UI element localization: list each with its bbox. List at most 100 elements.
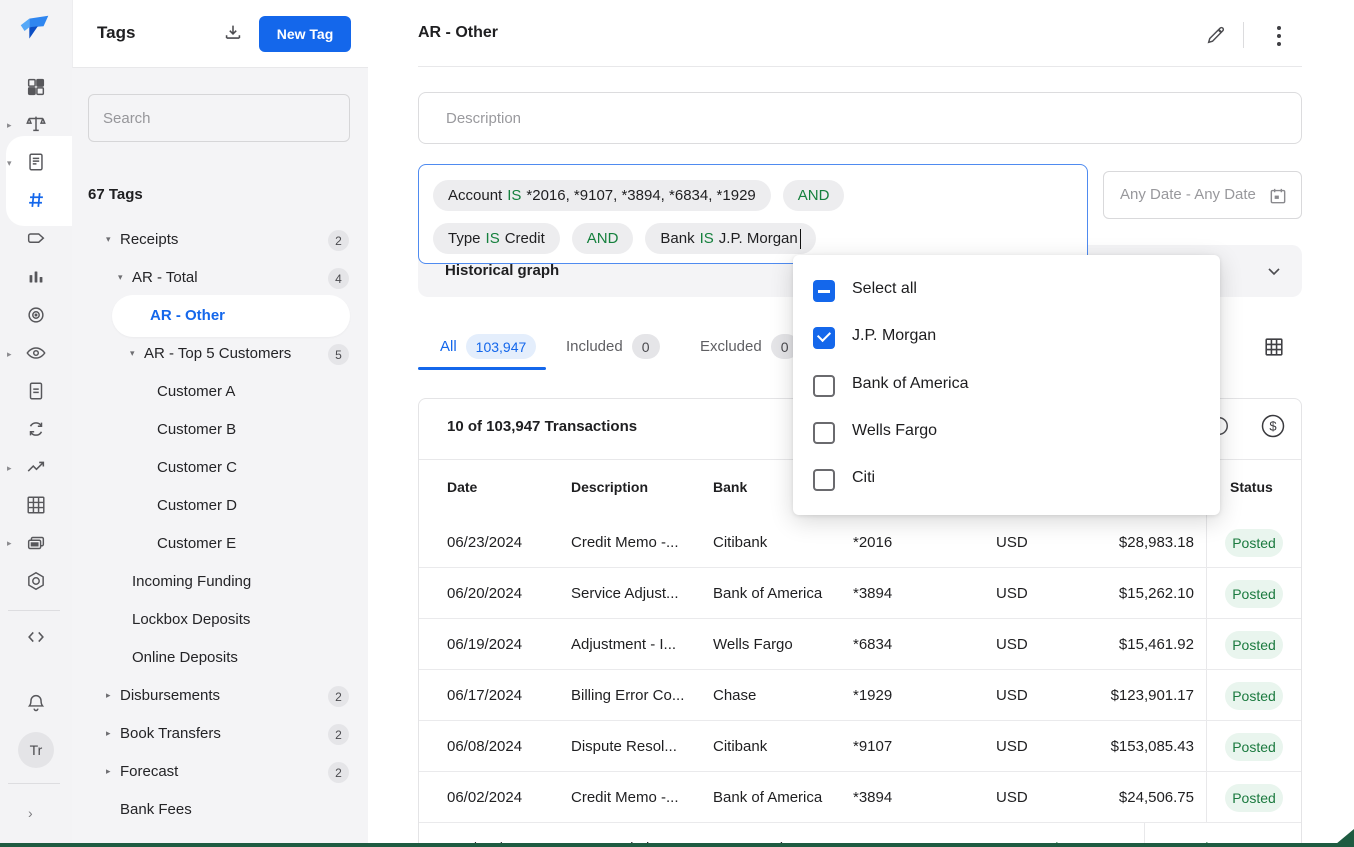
status-badge: Posted [1225, 580, 1283, 608]
table-row[interactable]: 06/17/2024 Billing Error Co... Chase *19… [419, 670, 1302, 721]
sidebar-item-customer-a[interactable]: Customer A [72, 373, 368, 411]
active-tab-underline [418, 367, 546, 370]
chevron-right-icon[interactable]: ▸ [7, 348, 12, 360]
expand-rail-chevron-icon[interactable]: › [28, 805, 33, 821]
new-tag-button[interactable]: New Tag [259, 16, 351, 52]
sidebar-item-forecast[interactable]: ▸ Forecast 2 [72, 753, 368, 791]
col-header-bank[interactable]: Bank [713, 479, 747, 495]
grid-icon[interactable] [25, 494, 47, 516]
table-view-grid-icon[interactable] [1263, 336, 1285, 358]
journal-icon[interactable] [25, 151, 47, 173]
trend-icon[interactable] [25, 456, 47, 478]
col-header-description[interactable]: Description [571, 479, 648, 495]
unchecked-checkbox[interactable] [813, 422, 835, 444]
table-row[interactable]: 06/23/2024 Credit Memo -... Citibank *20… [419, 517, 1302, 568]
filter-chip-bank[interactable]: Bank IS J.P. Morgan [645, 223, 816, 254]
edit-pencil-icon[interactable] [1205, 24, 1227, 46]
chevron-right-icon[interactable]: ▸ [106, 728, 111, 739]
unchecked-checkbox[interactable] [813, 375, 835, 397]
dropdown-option-citi[interactable]: Citi [793, 456, 1220, 503]
status-badge: Posted [1225, 529, 1283, 557]
status-badge: Posted [1225, 682, 1283, 710]
dropdown-option-jp-morgan[interactable]: J.P. Morgan [793, 314, 1220, 361]
code-icon[interactable] [25, 626, 47, 648]
avatar[interactable]: Tr [18, 732, 54, 768]
document-icon[interactable] [25, 380, 47, 402]
filter-chip-account[interactable]: Account IS *2016, *9107, *3894, *6834, *… [433, 180, 771, 211]
sidebar-item-bank-fees[interactable]: Bank Fees [72, 791, 368, 829]
chevron-down-icon[interactable]: ▾ [130, 348, 135, 359]
indeterminate-checkbox[interactable] [813, 280, 835, 302]
bar-chart-icon[interactable] [25, 266, 47, 288]
chevron-down-icon[interactable]: ▾ [7, 157, 12, 169]
dropdown-option-bank-of-america[interactable]: Bank of America [793, 362, 1220, 409]
sidebar-item-customer-d[interactable]: Customer D [72, 487, 368, 525]
sidebar-item-ar-top-5-customers[interactable]: ▾ AR - Top 5 Customers 5 [72, 335, 368, 373]
sidebar-item-ar-other[interactable]: AR - Other [72, 297, 368, 335]
and-operator-chip[interactable]: AND [783, 180, 845, 211]
sidebar-item-online-deposits[interactable]: Online Deposits [72, 639, 368, 677]
date-range-picker[interactable]: Any Date - Any Date [1103, 171, 1302, 219]
checked-checkbox[interactable] [813, 327, 835, 349]
hashtag-icon[interactable] [25, 189, 47, 211]
payments-icon[interactable] [25, 532, 47, 554]
trovata-logo-icon[interactable] [16, 12, 54, 50]
kebab-menu-icon[interactable] [1271, 25, 1287, 47]
description-input[interactable] [418, 92, 1302, 144]
target-icon[interactable] [25, 304, 47, 326]
table-row[interactable]: 06/20/2024 Service Adjust... Bank of Ame… [419, 568, 1302, 619]
sidebar-item-incoming-funding[interactable]: Incoming Funding [72, 563, 368, 601]
sidebar-item-book-transfers[interactable]: ▸ Book Transfers 2 [72, 715, 368, 753]
count-badge: 4 [328, 268, 349, 289]
chevron-down-icon[interactable]: ▾ [118, 272, 123, 283]
col-header-date[interactable]: Date [447, 479, 477, 495]
search-input[interactable] [88, 94, 350, 142]
hexagon-icon[interactable] [25, 570, 47, 592]
chevron-right-icon[interactable]: ▸ [7, 119, 12, 131]
dropdown-option-wells-fargo[interactable]: Wells Fargo [793, 409, 1220, 456]
download-icon[interactable] [222, 22, 244, 44]
chevron-right-icon[interactable]: ▸ [106, 690, 111, 701]
query-builder[interactable]: Account IS *2016, *9107, *3894, *6834, *… [418, 164, 1088, 264]
calendar-icon [1268, 186, 1288, 206]
eye-icon[interactable] [25, 342, 47, 364]
sidebar-item-customer-e[interactable]: Customer E [72, 525, 368, 563]
sidebar-item-customer-b[interactable]: Customer B [72, 411, 368, 449]
scales-icon[interactable] [25, 113, 47, 135]
sidebar-item-ar-total[interactable]: ▾ AR - Total 4 [72, 259, 368, 297]
filter-chip-type[interactable]: Type IS Credit [433, 223, 560, 254]
count-badge: 2 [328, 762, 349, 783]
sidebar-title: Tags [97, 23, 135, 43]
table-row[interactable]: 06/08/2024 Dispute Resol... Citibank *91… [419, 721, 1302, 772]
sidebar-item-disbursements[interactable]: ▸ Disbursements 2 [72, 677, 368, 715]
tag-icon[interactable] [25, 228, 47, 250]
nav-rail: ▸ ▾ [0, 0, 72, 847]
tab-all[interactable]: All 103,947 [440, 334, 536, 359]
sidebar-item-customer-c[interactable]: Customer C [72, 449, 368, 487]
chevron-right-icon[interactable]: ▸ [106, 766, 111, 777]
sidebar-item-receipts[interactable]: ▾ Receipts 2 [72, 221, 368, 259]
rail-divider [8, 783, 60, 784]
col-header-status[interactable]: Status [1230, 479, 1273, 495]
dropdown-option-select-all[interactable]: Select all [793, 267, 1220, 314]
chevron-down-icon[interactable]: ▾ [106, 234, 111, 245]
tab-excluded[interactable]: Excluded 0 [700, 334, 799, 359]
corner-resize-arrow [1336, 829, 1354, 844]
tags-count-label: 67 Tags [88, 186, 143, 203]
currency-dollar-icon[interactable]: $ [1260, 413, 1286, 439]
sync-icon[interactable] [25, 418, 47, 440]
unchecked-checkbox[interactable] [813, 469, 835, 491]
table-row[interactable]: 06/19/2024 Adjustment - I... Wells Fargo… [419, 619, 1302, 670]
and-operator-chip[interactable]: AND [572, 223, 634, 254]
tab-included[interactable]: Included 0 [566, 334, 660, 359]
count-badge: 5 [328, 344, 349, 365]
sidebar-item-lockbox-deposits[interactable]: Lockbox Deposits [72, 601, 368, 639]
chevron-right-icon[interactable]: ▸ [7, 537, 12, 549]
dashboard-icon[interactable] [25, 76, 47, 98]
bell-icon[interactable] [25, 692, 47, 714]
header-divider [1243, 22, 1244, 48]
status-badge: Posted [1225, 733, 1283, 761]
chevron-right-icon[interactable]: ▸ [7, 462, 12, 474]
chevron-down-icon[interactable] [1264, 261, 1284, 281]
table-row[interactable]: 06/02/2024 Credit Memo -... Bank of Amer… [419, 772, 1302, 823]
